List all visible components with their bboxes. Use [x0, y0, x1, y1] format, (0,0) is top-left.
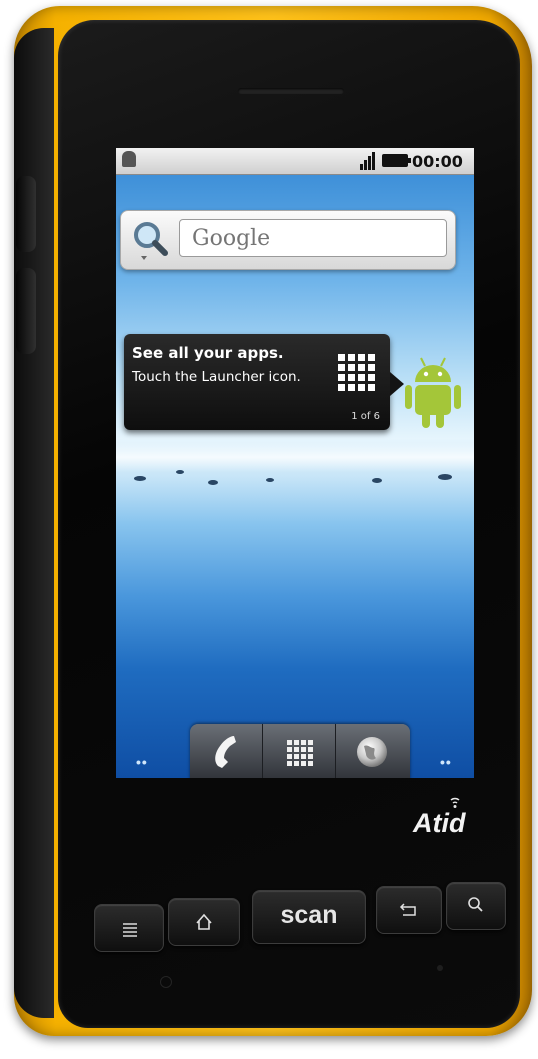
- menu-icon: [95, 923, 163, 955]
- wallpaper-rock: [208, 480, 218, 485]
- launcher-icon: [263, 740, 335, 778]
- browser-icon: [336, 737, 408, 778]
- status-bar: 00:00: [116, 148, 474, 175]
- page-indicator-right[interactable]: ••: [440, 754, 452, 770]
- brand-logo: Atid: [413, 808, 466, 838]
- side-key-upper[interactable]: [16, 176, 36, 252]
- search-key[interactable]: [446, 882, 506, 930]
- wallpaper-rock: [176, 470, 184, 474]
- phone-icon: [190, 736, 262, 778]
- search-icon[interactable]: [131, 219, 171, 261]
- status-led: [437, 965, 443, 971]
- status-time: 00:00: [412, 152, 463, 171]
- scan-label: scan: [280, 901, 338, 929]
- page-indicator-left[interactable]: ••: [136, 754, 148, 770]
- home-icon: [169, 913, 239, 949]
- wallpaper-rock: [372, 478, 382, 483]
- signal-icon: [360, 152, 376, 170]
- wallpaper-horizon: [116, 442, 474, 472]
- scan-key[interactable]: scan: [252, 890, 366, 944]
- launcher-tip-bubble[interactable]: See all your apps. Touch the Launcher ic…: [124, 334, 404, 430]
- android-debug-icon: [122, 151, 136, 167]
- dock: [190, 724, 410, 778]
- side-key-lower[interactable]: [16, 268, 36, 354]
- tip-body: Touch the Launcher icon.: [132, 369, 301, 385]
- earpiece-speaker: [238, 88, 344, 94]
- back-icon: [377, 903, 441, 937]
- menu-key[interactable]: [94, 904, 164, 952]
- back-key[interactable]: [376, 886, 442, 934]
- home-screen: 00:00 See all your apps. Touch the Launc…: [116, 148, 474, 778]
- phone-button[interactable]: [190, 724, 263, 778]
- home-key[interactable]: [168, 898, 240, 946]
- wallpaper-rock: [134, 476, 146, 481]
- wallpaper-rock: [266, 478, 274, 482]
- tip-pager: 1 of 6: [351, 411, 380, 422]
- android-robot-icon: [402, 354, 464, 430]
- search-input[interactable]: [179, 219, 447, 257]
- microphone-hole: [160, 976, 172, 988]
- tip-title: See all your apps.: [132, 344, 284, 362]
- launcher-grid-icon: [338, 354, 375, 391]
- google-search-widget[interactable]: [120, 210, 456, 270]
- battery-icon: [382, 154, 411, 167]
- browser-button[interactable]: [336, 724, 408, 778]
- wallpaper-rock: [438, 474, 452, 480]
- search-icon: [447, 897, 505, 933]
- launcher-button[interactable]: [263, 724, 336, 778]
